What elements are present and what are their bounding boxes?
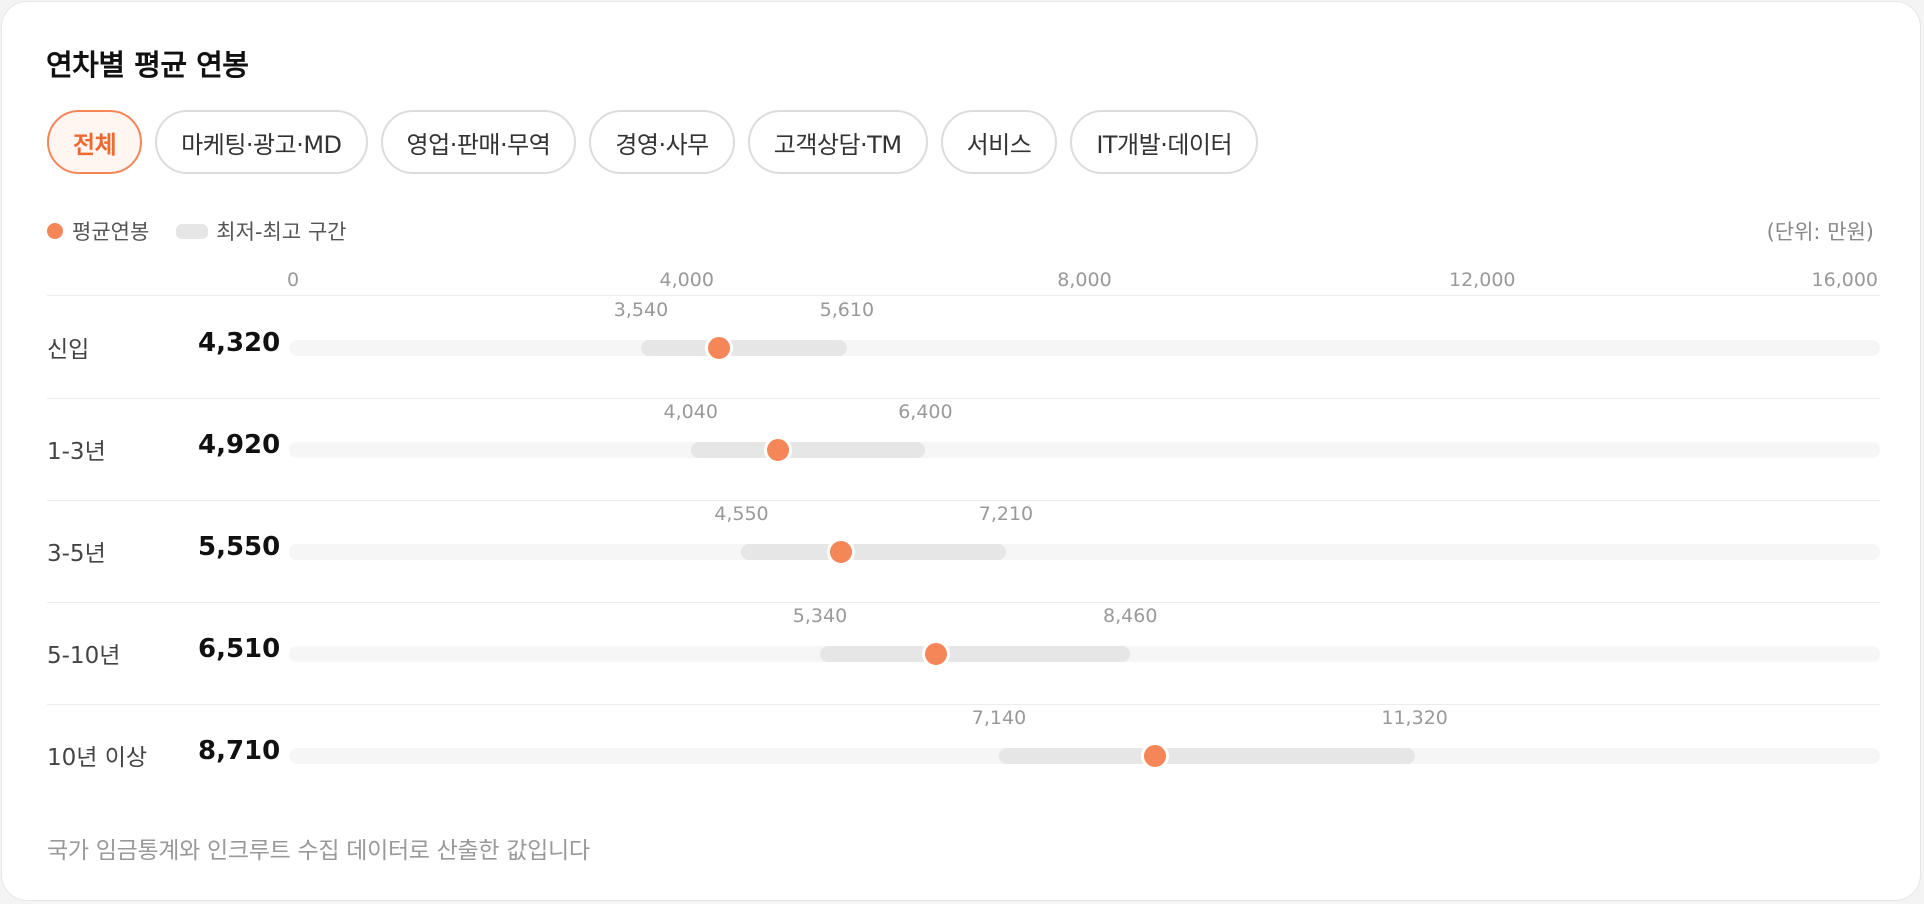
x-tick-label: 0 xyxy=(287,269,300,291)
x-tick-label: 8,000 xyxy=(1057,269,1112,291)
min-max-range-bar xyxy=(819,646,1131,662)
tab-2[interactable]: 영업·판매·무역 xyxy=(380,110,577,174)
salary-card: 연차별 평균 연봉 전체 마케팅·광고·MD 영업·판매·무역 경영·사무 고객상담·T… xyxy=(1,1,1921,901)
row-divider xyxy=(47,704,1880,705)
tab-5[interactable]: 서비스 xyxy=(940,110,1058,174)
row-divider xyxy=(47,500,1880,501)
range-min-label: 4,040 xyxy=(663,401,718,423)
min-max-range-bar xyxy=(690,442,926,458)
tab-0[interactable]: 전체 xyxy=(47,110,143,174)
row-average-value: 4,320 xyxy=(198,328,281,358)
unit-label: (단위: 만원) xyxy=(1766,220,1874,244)
tab-3[interactable]: 경영·사무 xyxy=(589,110,735,174)
average-salary-dot[interactable] xyxy=(764,436,793,464)
range-track xyxy=(289,544,1880,560)
row-label: 신입 xyxy=(47,337,90,363)
tab-4[interactable]: 고객상담·TM xyxy=(747,110,928,174)
average-salary-dot[interactable] xyxy=(922,640,951,668)
legend-average-marker xyxy=(47,223,63,239)
range-min-label: 7,140 xyxy=(971,707,1027,729)
min-max-range-bar xyxy=(641,340,847,356)
row-average-value: 4,920 xyxy=(198,430,281,460)
row-label: 5-10년 xyxy=(47,643,121,669)
average-salary-dot[interactable] xyxy=(1141,742,1170,770)
range-min-label: 5,340 xyxy=(792,605,848,627)
legend-range-marker xyxy=(176,223,209,239)
range-max-label: 8,460 xyxy=(1103,605,1158,627)
footnote: 국가 임금통계와 인크루트 수집 데이터로 산출한 값입니다 xyxy=(47,838,590,864)
chart-header-divider xyxy=(47,295,1880,296)
range-max-label: 6,400 xyxy=(898,401,953,423)
range-max-label: 7,210 xyxy=(978,503,1034,525)
row-label: 3-5년 xyxy=(47,541,106,567)
min-max-range-bar xyxy=(998,748,1415,764)
tab-1[interactable]: 마케팅·광고·MD xyxy=(155,110,368,174)
legend-range-label: 최저-최고 구간 xyxy=(216,220,347,244)
row-label: 10년 이상 xyxy=(47,745,148,771)
legend: 평균연봉 최저-최고 구간 xyxy=(47,216,346,246)
row-label: 1-3년 xyxy=(47,439,106,465)
row-average-value: 6,510 xyxy=(198,634,281,664)
range-min-label: 4,550 xyxy=(714,503,769,525)
row-average-value: 5,550 xyxy=(198,532,281,562)
x-tick-label: 16,000 xyxy=(1811,269,1878,291)
min-max-range-bar xyxy=(741,544,1006,560)
x-tick-label: 4,000 xyxy=(659,269,714,291)
legend-average-label: 평균연봉 xyxy=(72,220,150,244)
category-tabs: 전체 마케팅·광고·MD 영업·판매·무역 경영·사무 고객상담·TM 서비스 IT개발·데… xyxy=(47,110,1259,174)
tab-6[interactable]: IT개발·데이터 xyxy=(1070,110,1259,174)
range-max-label: 11,320 xyxy=(1381,707,1448,729)
range-track xyxy=(289,442,1880,458)
range-max-label: 5,610 xyxy=(819,299,875,321)
row-divider xyxy=(47,602,1880,603)
x-tick-label: 12,000 xyxy=(1449,269,1516,291)
average-salary-dot[interactable] xyxy=(704,334,733,362)
row-average-value: 8,710 xyxy=(198,736,281,766)
average-salary-dot[interactable] xyxy=(826,538,855,566)
card-title: 연차별 평균 연봉 xyxy=(46,48,249,82)
range-min-label: 3,540 xyxy=(613,299,669,321)
row-divider xyxy=(47,398,1880,399)
range-track xyxy=(289,340,1880,356)
